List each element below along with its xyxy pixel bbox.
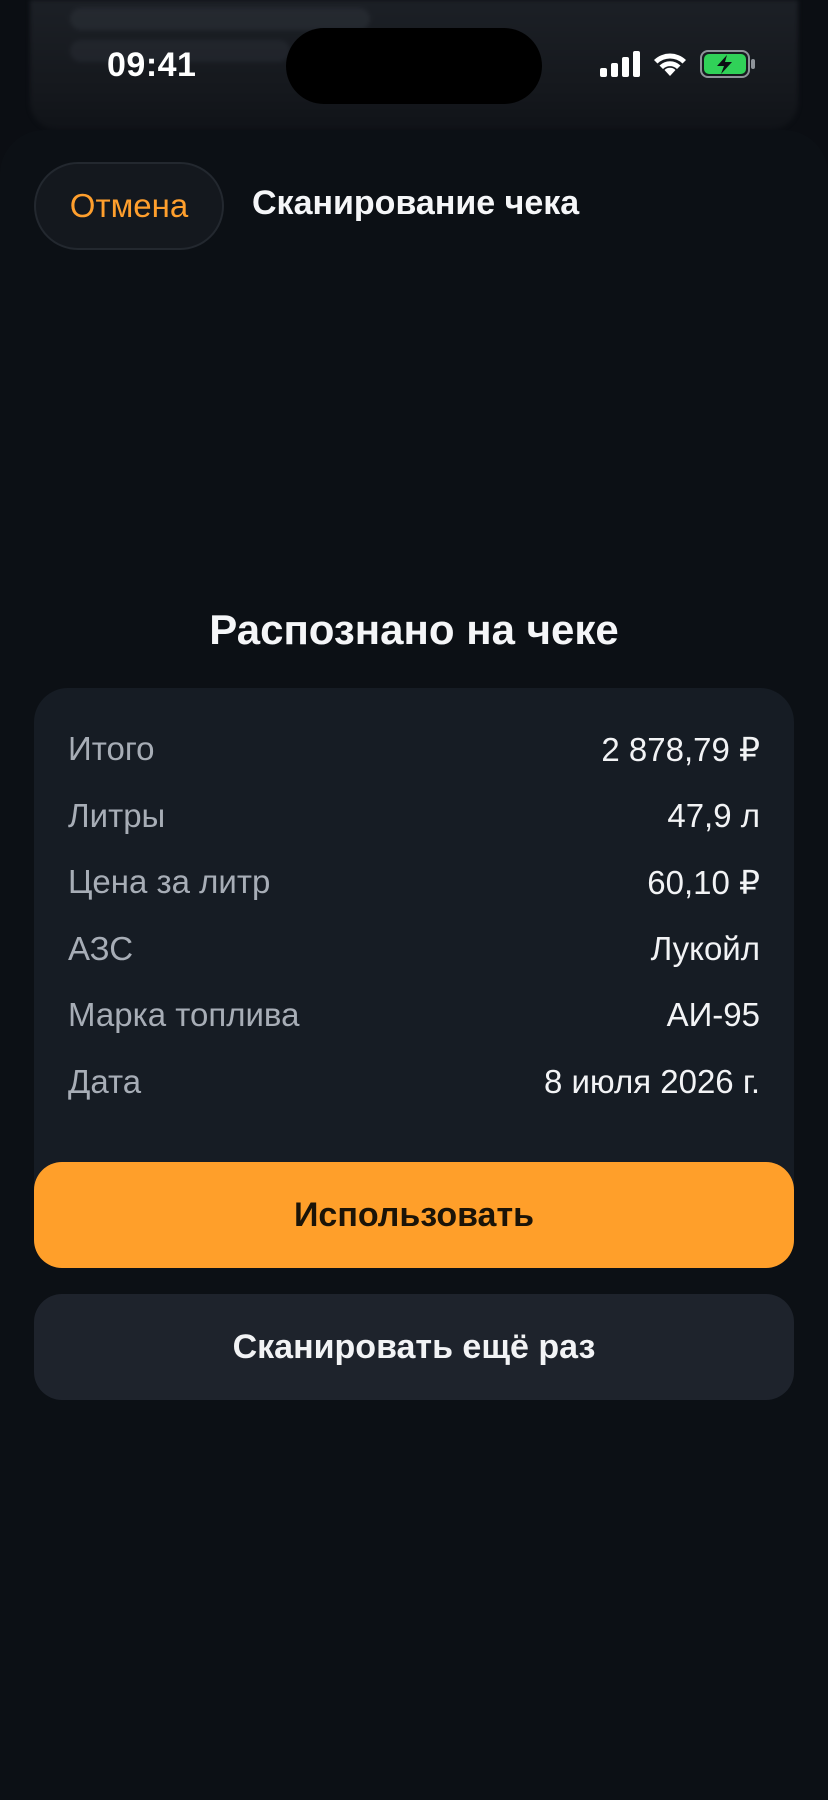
status-time: 09:41: [107, 46, 197, 84]
row-label: Дата: [68, 1062, 142, 1100]
rescan-button[interactable]: Сканировать ещё раз: [34, 1294, 794, 1400]
result-row-gas-station: АЗС Лукойл: [68, 916, 760, 983]
row-value: АИ-95: [666, 996, 760, 1034]
result-row-price-per-liter: Цена за литр 60,10 ₽: [68, 849, 760, 916]
result-row-total: Итого 2 878,79 ₽: [68, 716, 760, 783]
cellular-signal-icon: [600, 51, 640, 77]
use-button[interactable]: Использовать: [34, 1162, 794, 1268]
screen: 09:41 Отмена Сканирование чека Распознан…: [0, 0, 828, 1800]
row-label: Литры: [68, 796, 166, 834]
row-label: АЗС: [68, 929, 134, 967]
sheet-title: Сканирование чека: [252, 184, 580, 222]
result-row-date: Дата 8 июля 2026 г.: [68, 1049, 760, 1116]
wifi-icon: [652, 51, 688, 77]
status-icons: [600, 50, 756, 78]
dynamic-island: [286, 28, 542, 104]
recognized-section-title: Распознано на чеке: [209, 606, 619, 653]
battery-charging-icon: [700, 50, 756, 78]
row-label: Марка топлива: [68, 996, 300, 1034]
scan-receipt-sheet: Отмена Сканирование чека Распознано на ч…: [0, 130, 828, 1800]
result-row-liters: Литры 47,9 л: [68, 783, 760, 850]
row-value: 8 июля 2026 г.: [543, 1062, 760, 1100]
status-bar: 09:41: [0, 0, 828, 130]
row-value: Лукойл: [650, 929, 760, 967]
row-label: Итого: [68, 730, 155, 768]
row-value: 47,9 л: [667, 796, 760, 834]
row-label: Цена за литр: [68, 863, 271, 901]
row-value: 2 878,79 ₽: [601, 730, 760, 768]
cancel-button[interactable]: Отмена: [34, 162, 224, 250]
row-value: 60,10 ₽: [647, 863, 760, 901]
result-row-fuel-grade: Марка топлива АИ-95: [68, 982, 760, 1049]
